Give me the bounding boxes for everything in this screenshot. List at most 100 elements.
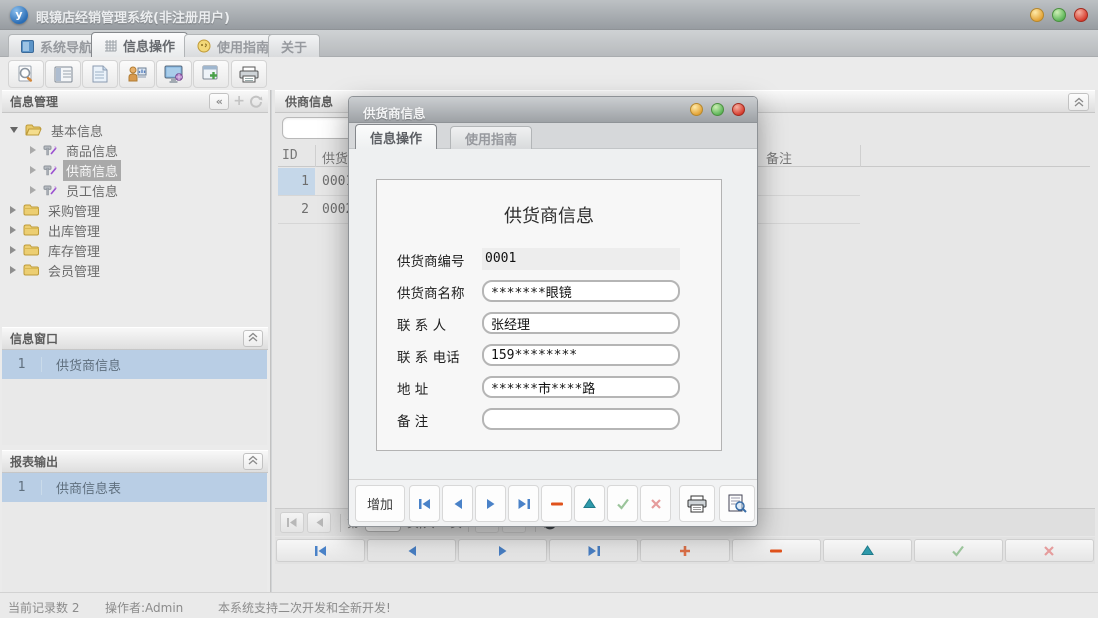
search-tool-button[interactable] (8, 60, 44, 88)
dialog-tab-info-operation[interactable]: 信息操作 (355, 124, 437, 149)
edit-record-button[interactable] (574, 485, 605, 522)
up-triangle-icon (583, 498, 596, 509)
next-record-button[interactable] (475, 485, 506, 522)
open-folder-icon (25, 124, 42, 137)
close-button[interactable] (1074, 8, 1088, 22)
dialog-tab-user-guide[interactable]: 使用指南 (450, 126, 532, 149)
expand-right-icon[interactable] (30, 186, 36, 194)
record-next-button[interactable] (458, 539, 547, 562)
delete-record-button[interactable] (541, 485, 572, 522)
first-record-button[interactable] (409, 485, 440, 522)
cell-id[interactable]: 1 (278, 168, 315, 195)
main-collapse-button[interactable] (1068, 93, 1089, 111)
confirm-button[interactable] (607, 485, 638, 522)
expand-right-icon[interactable] (30, 166, 36, 174)
user-report-button[interactable] (119, 60, 155, 88)
record-confirm-button[interactable] (914, 539, 1003, 562)
minus-icon (550, 501, 564, 507)
expand-right-icon[interactable] (30, 146, 36, 154)
expand-down-icon[interactable] (10, 127, 18, 133)
supplier-code-field: 0001 (482, 248, 680, 270)
last-record-button[interactable] (508, 485, 539, 522)
print-button[interactable] (679, 485, 715, 522)
record-edit-button[interactable] (823, 539, 912, 562)
document-button[interactable] (82, 60, 118, 88)
dialog-toolbar: 增加 (349, 479, 757, 526)
help-coin-icon (197, 39, 211, 53)
maximize-button[interactable] (1052, 8, 1066, 22)
app-title: 眼镜店经销管理系统(非注册用户) (36, 7, 230, 26)
check-icon (951, 545, 965, 557)
add-record-button[interactable]: 增加 (355, 485, 405, 522)
refresh-icon[interactable] (249, 95, 263, 109)
item-label: 供货商信息 (42, 355, 121, 374)
printer-tool-button[interactable] (231, 60, 267, 88)
folder-icon (23, 244, 39, 256)
dialog-titlebar[interactable]: 供货商信息 (349, 97, 757, 123)
tab-label: 信息操作 (123, 36, 175, 55)
expand-right-icon[interactable] (10, 246, 16, 254)
supplier-name-input[interactable] (482, 280, 680, 302)
page-prev-button[interactable] (307, 512, 331, 533)
check-icon (616, 498, 630, 510)
record-delete-button[interactable] (732, 539, 821, 562)
tree-node-inventory-mgmt[interactable]: 库存管理 (10, 240, 103, 260)
tree-node-employee-info[interactable]: 员工信息 (30, 180, 121, 200)
tree-node-basic-info[interactable]: 基本信息 (10, 120, 106, 140)
window-add-button[interactable] (193, 60, 229, 88)
folder-icon (23, 264, 39, 276)
tree-node-outbound-mgmt[interactable]: 出库管理 (10, 220, 103, 240)
icon-toolbar (0, 57, 1098, 90)
page-first-button[interactable] (280, 512, 304, 533)
report-output-item[interactable]: 1 供商信息表 (2, 473, 267, 502)
cancel-button[interactable] (640, 485, 671, 522)
tab-info-operation[interactable]: 信息操作 (91, 32, 188, 57)
address-input[interactable] (482, 376, 680, 398)
print-preview-icon (727, 494, 747, 513)
cell-id[interactable]: 2 (278, 196, 315, 223)
monitor-button[interactable] (156, 60, 192, 88)
tree-node-supplier-info[interactable]: 供商信息 (30, 160, 121, 180)
contact-phone-input[interactable] (482, 344, 680, 366)
chevron-up-icon (1074, 97, 1084, 107)
dialog-minimize-button[interactable] (690, 103, 703, 116)
info-mgmt-panel-header: 信息管理 « + (2, 90, 268, 113)
sidebar-collapse-button[interactable]: « (209, 93, 229, 110)
record-cancel-button[interactable] (1005, 539, 1094, 562)
minimize-button[interactable] (1030, 8, 1044, 22)
dialog-close-button[interactable] (732, 103, 745, 116)
column-header-id[interactable]: ID (282, 148, 312, 163)
tree-node-label: 库存管理 (45, 240, 103, 261)
record-add-button[interactable] (640, 539, 729, 562)
item-label: 供商信息表 (42, 478, 121, 497)
record-last-button[interactable] (549, 539, 638, 562)
field-label: 联 系 电话 (397, 346, 460, 366)
record-first-button[interactable] (276, 539, 365, 562)
tree-node-purchase-mgmt[interactable]: 采购管理 (10, 200, 103, 220)
supplier-form: 供货商信息 供货商编号 0001 供货商名称 联 系 人 联 系 电话 地 址 … (376, 179, 722, 451)
note-input[interactable] (482, 408, 680, 430)
dialog-maximize-button[interactable] (711, 103, 724, 116)
nav-square-icon (21, 40, 34, 53)
column-header-note[interactable]: 备注 (766, 148, 792, 167)
form-view-button[interactable] (45, 60, 81, 88)
panel-collapse-button[interactable] (243, 330, 263, 347)
tree-node-member-mgmt[interactable]: 会员管理 (10, 260, 103, 280)
panel-collapse-button[interactable] (243, 453, 263, 470)
add-icon[interactable]: + (233, 93, 245, 110)
tree-node-product-info[interactable]: 商品信息 (30, 140, 121, 160)
contact-person-input[interactable] (482, 312, 680, 334)
print-preview-button[interactable] (719, 485, 755, 522)
app-logo-icon: y (10, 6, 28, 24)
form-row-address: 地 址 (377, 376, 721, 398)
expand-right-icon[interactable] (10, 266, 16, 274)
tree-node-label: 基本信息 (48, 120, 106, 141)
panel-title: 供商信息 (285, 95, 333, 109)
chevron-up-icon (248, 332, 258, 342)
expand-right-icon[interactable] (10, 226, 16, 234)
info-window-item[interactable]: 1 供货商信息 (2, 350, 267, 379)
tab-about[interactable]: 关于 (268, 34, 320, 57)
expand-right-icon[interactable] (10, 206, 16, 214)
prev-record-button[interactable] (442, 485, 473, 522)
record-prev-button[interactable] (367, 539, 456, 562)
